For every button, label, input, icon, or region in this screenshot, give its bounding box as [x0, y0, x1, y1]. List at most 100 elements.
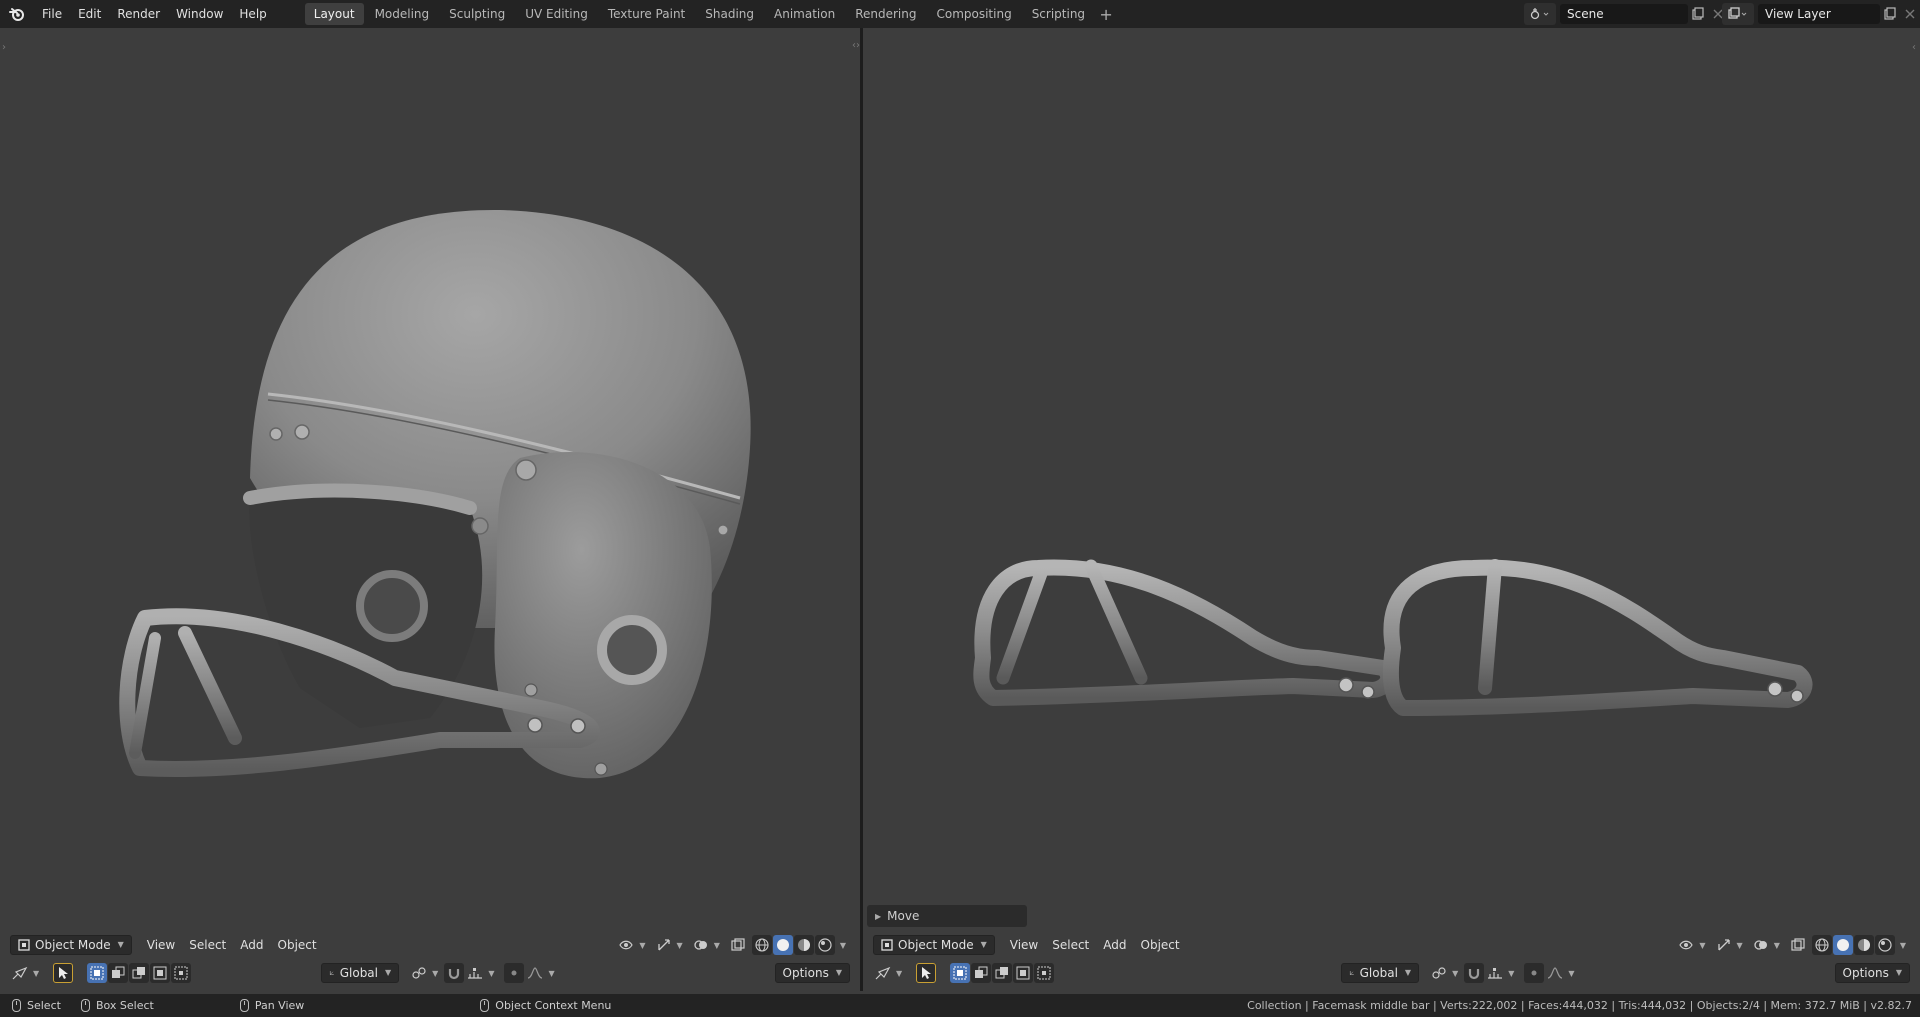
snap-magnet-icon[interactable]: [1464, 963, 1485, 983]
scene-selector: Scene: [1524, 3, 1728, 25]
add-workspace-button[interactable]: +: [1096, 5, 1116, 24]
shading-solid-icon[interactable]: [772, 935, 793, 955]
new-scene-icon[interactable]: [1688, 4, 1708, 24]
visibility-eye-icon[interactable]: [1676, 935, 1696, 955]
options-label: Options: [782, 966, 829, 980]
gizmo-icon[interactable]: [654, 935, 674, 955]
status-select-label: Select: [27, 999, 61, 1012]
tab-shading[interactable]: Shading: [696, 3, 763, 25]
tab-sculpting[interactable]: Sculpting: [440, 3, 514, 25]
snap-target-icon[interactable]: [1485, 963, 1505, 983]
tab-texture-paint[interactable]: Texture Paint: [599, 3, 694, 25]
menu-view[interactable]: View: [140, 935, 182, 955]
menu-file[interactable]: File: [34, 0, 70, 28]
orientation-axes-icon: [330, 971, 334, 975]
orientation-axes-icon: [1350, 971, 1354, 975]
orientation-label: Global: [339, 966, 378, 980]
view-layer-selector: View Layer: [1722, 3, 1920, 25]
menu-view[interactable]: View: [1003, 935, 1045, 955]
scene-statistics: Collection | Facemask middle bar | Verts…: [1247, 999, 1912, 1012]
viewport-right[interactable]: ‹ ▶ Move Object Mode ▼ View Select Add O…: [863, 28, 1920, 991]
facemask-left[interactable]: [973, 559, 1397, 706]
shading-wireframe-icon[interactable]: [1811, 935, 1832, 955]
orientation-label: Global: [1359, 966, 1398, 980]
tab-uv-editing[interactable]: UV Editing: [516, 3, 597, 25]
last-operator-panel[interactable]: ▶ Move: [867, 905, 1027, 927]
menu-render[interactable]: Render: [109, 0, 168, 28]
object-mode-icon: [881, 939, 893, 951]
menu-object[interactable]: Object: [271, 935, 324, 955]
select-mode-subtract-icon[interactable]: [992, 963, 1013, 983]
shading-material-icon[interactable]: [1853, 935, 1874, 955]
select-mode-extend-icon[interactable]: [971, 963, 992, 983]
tab-layout[interactable]: Layout: [304, 3, 364, 25]
select-mode-extend-icon[interactable]: [108, 963, 129, 983]
select-mode-invert-icon[interactable]: [1013, 963, 1034, 983]
visibility-eye-icon[interactable]: [616, 935, 636, 955]
options-dropdown[interactable]: Options ▼: [1834, 963, 1910, 983]
shading-material-icon[interactable]: [793, 935, 814, 955]
split-arrows-icon[interactable]: ‹›: [852, 40, 860, 51]
blender-logo-icon[interactable]: [0, 0, 34, 28]
menu-window[interactable]: Window: [168, 0, 231, 28]
xray-icon[interactable]: [1788, 935, 1808, 955]
select-mode-new-icon[interactable]: [87, 963, 108, 983]
shading-rendered-icon[interactable]: [814, 935, 835, 955]
tab-modeling[interactable]: Modeling: [366, 3, 439, 25]
mode-label: Object Mode: [898, 938, 974, 952]
view-layer-name-field[interactable]: View Layer: [1758, 4, 1880, 24]
menu-help[interactable]: Help: [231, 0, 274, 28]
shading-rendered-icon[interactable]: [1874, 935, 1895, 955]
select-tool-icon[interactable]: [916, 963, 937, 983]
mode-dropdown[interactable]: Object Mode ▼: [873, 935, 995, 955]
scene-browse-icon[interactable]: [1524, 3, 1556, 25]
tab-animation[interactable]: Animation: [765, 3, 844, 25]
gizmo-icon[interactable]: [1714, 935, 1734, 955]
xray-icon[interactable]: [728, 935, 748, 955]
select-mode-new-icon[interactable]: [950, 963, 971, 983]
viewport-left[interactable]: › Object Mode ▼ View Select Add Object ▼…: [0, 28, 860, 991]
overlays-icon[interactable]: [1751, 935, 1771, 955]
select-mode-invert-icon[interactable]: [150, 963, 171, 983]
new-view-layer-icon[interactable]: [1880, 4, 1900, 24]
menu-add[interactable]: Add: [233, 935, 270, 955]
pivot-point-icon[interactable]: [409, 963, 429, 983]
menu-object[interactable]: Object: [1134, 935, 1187, 955]
shading-wireframe-icon[interactable]: [751, 935, 772, 955]
select-tool-icon[interactable]: [53, 963, 74, 983]
tool-picker-icon[interactable]: [10, 963, 30, 983]
helmet-model[interactable]: [0, 28, 860, 788]
select-mode-intersect-icon[interactable]: [171, 963, 192, 983]
shading-solid-icon[interactable]: [1832, 935, 1853, 955]
delete-view-layer-icon[interactable]: [1900, 4, 1920, 24]
menu-select[interactable]: Select: [1045, 935, 1096, 955]
snap-magnet-icon[interactable]: [444, 963, 465, 983]
pivot-point-icon[interactable]: [1429, 963, 1449, 983]
facemask-right[interactable]: [1382, 559, 1813, 716]
object-mode-icon: [18, 939, 30, 951]
transform-orientation-dropdown[interactable]: Global ▼: [1341, 963, 1420, 983]
tab-scripting[interactable]: Scripting: [1023, 3, 1094, 25]
proportional-edit-icon[interactable]: [1524, 963, 1545, 983]
falloff-curve-icon[interactable]: [525, 963, 545, 983]
falloff-curve-icon[interactable]: [1545, 963, 1565, 983]
select-mode-subtract-icon[interactable]: [129, 963, 150, 983]
proportional-edit-icon[interactable]: [504, 963, 525, 983]
options-dropdown[interactable]: Options ▼: [774, 963, 850, 983]
tab-rendering[interactable]: Rendering: [846, 3, 925, 25]
view-layer-browse-icon[interactable]: [1722, 3, 1754, 25]
menu-edit[interactable]: Edit: [70, 0, 109, 28]
snap-target-icon[interactable]: [465, 963, 485, 983]
panel-expand-icon[interactable]: ▶: [875, 912, 881, 921]
tab-compositing[interactable]: Compositing: [927, 3, 1020, 25]
tool-picker-icon[interactable]: [873, 963, 893, 983]
overlays-icon[interactable]: [691, 935, 711, 955]
select-mode-intersect-icon[interactable]: [1034, 963, 1055, 983]
mode-dropdown[interactable]: Object Mode ▼: [10, 935, 132, 955]
viewport-left-header: Object Mode ▼ View Select Add Object ▼ ▼ …: [0, 932, 860, 958]
facemask-models[interactable]: [863, 28, 1920, 788]
scene-name-field[interactable]: Scene: [1560, 4, 1688, 24]
menu-select[interactable]: Select: [182, 935, 233, 955]
menu-add[interactable]: Add: [1096, 935, 1133, 955]
transform-orientation-dropdown[interactable]: Global ▼: [321, 963, 400, 983]
